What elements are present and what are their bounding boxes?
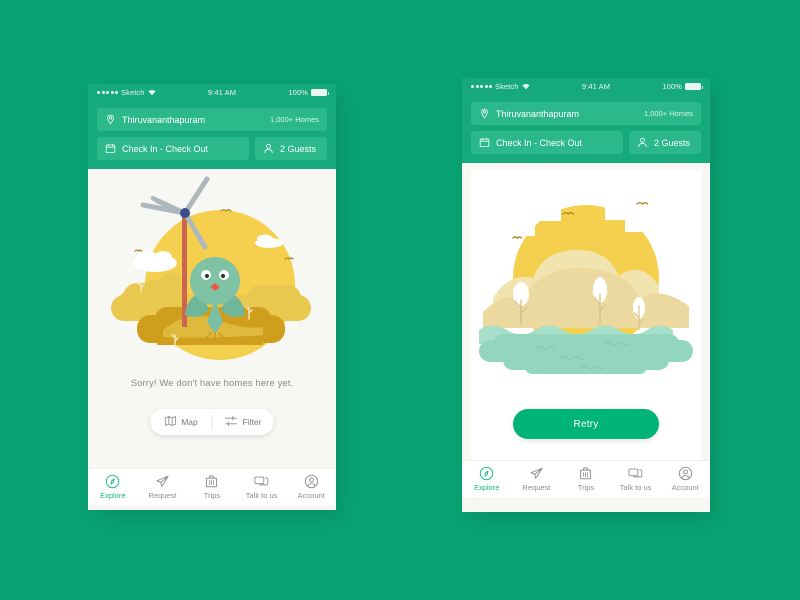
filter-sliders-icon (225, 415, 238, 429)
paper-plane-icon (529, 466, 544, 481)
map-label: Map (181, 417, 198, 427)
battery-full-icon (685, 83, 703, 90)
location-field[interactable]: Thiruvananthapuram 1,000+ Homes (471, 102, 701, 125)
map-pin-icon (105, 114, 116, 125)
guests-value: 2 Guests (280, 143, 317, 154)
tab-label: Explore (100, 491, 126, 500)
user-icon (263, 143, 274, 154)
status-bar-right: 100% (662, 82, 703, 91)
empty-state-message: Sorry! We don't have homes here yet. (130, 378, 294, 389)
bottom-tab-bar: Explore Request Trips Talk to us Account (462, 460, 710, 497)
paper-plane-icon (155, 474, 170, 489)
dates-value: Check In - Check Out (496, 137, 583, 148)
map-button[interactable]: Map (151, 415, 212, 429)
tab-label: Explore (474, 483, 500, 492)
tab-request[interactable]: Request (512, 466, 562, 492)
compass-icon (479, 466, 494, 481)
retry-button[interactable]: Retry (513, 409, 659, 439)
tab-label: Talk to us (245, 491, 278, 500)
battery-full-icon (311, 89, 329, 96)
windmill-bird-desert-illustration (111, 176, 311, 360)
chat-bubbles-icon (628, 466, 644, 481)
search-header: Thiruvananthapuram 1,000+ Homes Check In… (462, 95, 710, 163)
wifi-icon (521, 83, 530, 90)
guests-field[interactable]: 2 Guests (255, 137, 327, 160)
dates-value: Check In - Check Out (122, 143, 209, 154)
status-bar: Sketch 9:41 AM 100% (462, 78, 710, 95)
chat-bubbles-icon (254, 474, 270, 489)
signal-dots-icon (471, 85, 492, 88)
phone-mockup-two: Sketch 9:41 AM 100% Thiruvananthapuram 1… (462, 78, 710, 512)
battery-percent-label: 100% (288, 88, 308, 97)
guests-field[interactable]: 2 Guests (629, 131, 701, 154)
tab-account[interactable]: Account (660, 466, 710, 492)
carrier-label: Sketch (495, 82, 519, 91)
tab-talk-to-us[interactable]: Talk to us (237, 474, 287, 500)
calendar-icon (105, 143, 116, 154)
error-state-card: Retry (471, 170, 701, 460)
location-value: Thiruvananthapuram (496, 108, 580, 119)
user-icon (637, 137, 648, 148)
dates-field[interactable]: Check In - Check Out (471, 131, 623, 154)
location-field[interactable]: Thiruvananthapuram 1,000+ Homes (97, 108, 327, 131)
filter-button[interactable]: Filter (213, 415, 274, 429)
signal-dots-icon (97, 91, 118, 94)
sunset-lake-illustration (479, 200, 693, 374)
homes-count-label: 1,000+ Homes (644, 109, 693, 118)
tab-label: Request (522, 483, 551, 492)
map-pin-icon (479, 108, 490, 119)
tab-talk-to-us[interactable]: Talk to us (611, 466, 661, 492)
user-circle-icon (678, 466, 693, 481)
location-value: Thiruvananthapuram (122, 114, 206, 125)
tab-label: Talk to us (619, 483, 652, 492)
map-filter-toggle: Map Filter (150, 409, 274, 435)
status-bar-left: Sketch (97, 88, 156, 97)
compass-icon (105, 474, 120, 489)
wifi-icon (147, 89, 156, 96)
tab-account[interactable]: Account (286, 474, 336, 500)
tab-explore[interactable]: Explore (88, 474, 138, 500)
status-bar-right: 100% (288, 88, 329, 97)
tab-explore[interactable]: Explore (462, 466, 512, 492)
suitcase-icon (578, 466, 593, 481)
battery-percent-label: 100% (662, 82, 682, 91)
tab-label: Trips (577, 483, 595, 492)
tab-label: Account (671, 483, 699, 492)
screen-one-body: Sorry! We don't have homes here yet. Map… (88, 175, 336, 468)
search-header: Thiruvananthapuram 1,000+ Homes Check In… (88, 101, 336, 169)
search-row-two: Check In - Check Out 2 Guests (471, 131, 701, 154)
retry-button-wrap: Retry (471, 409, 701, 439)
bottom-tab-bar: Explore Request Trips Talk to us Account (88, 468, 336, 505)
carrier-label: Sketch (121, 88, 145, 97)
status-bar-time: 9:41 AM (581, 82, 611, 91)
user-circle-icon (304, 474, 319, 489)
tab-trips[interactable]: Trips (561, 466, 611, 492)
tab-request[interactable]: Request (138, 474, 188, 500)
filter-label: Filter (242, 417, 262, 427)
map-icon (164, 415, 176, 429)
status-bar: Sketch 9:41 AM 100% (88, 84, 336, 101)
dates-field[interactable]: Check In - Check Out (97, 137, 249, 160)
phone-mockup-one: Sketch 9:41 AM 100% Thiruvananthapuram 1… (88, 84, 336, 510)
calendar-icon (479, 137, 490, 148)
guests-value: 2 Guests (654, 137, 691, 148)
suitcase-icon (204, 474, 219, 489)
homes-count-label: 1,000+ Homes (270, 115, 319, 124)
tab-label: Account (297, 491, 325, 500)
status-bar-left: Sketch (471, 82, 530, 91)
tab-label: Trips (203, 491, 221, 500)
search-row-two: Check In - Check Out 2 Guests (97, 137, 327, 160)
status-bar-time: 9:41 AM (207, 88, 237, 97)
tab-label: Request (148, 491, 177, 500)
tab-trips[interactable]: Trips (187, 474, 237, 500)
screen-two-body: Retry (462, 163, 710, 460)
